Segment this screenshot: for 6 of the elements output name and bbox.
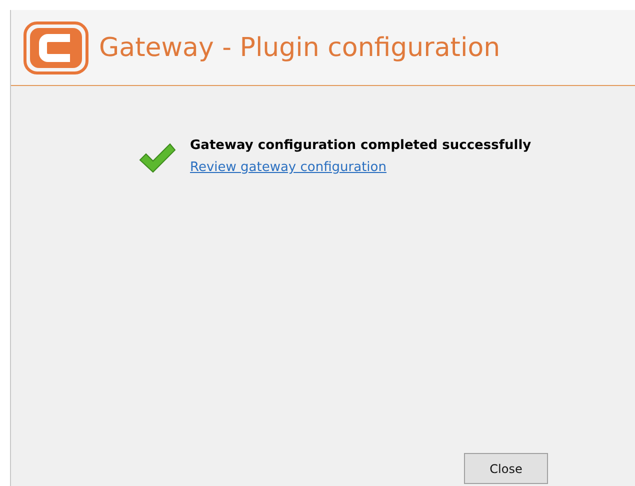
close-button[interactable]: Close [464, 453, 548, 484]
success-message: Gateway configuration completed successfully [190, 138, 532, 153]
window-title: Gateway - Plugin configuration [99, 32, 500, 62]
logo-icon [23, 20, 89, 74]
review-link[interactable]: Review gateway configuration [190, 160, 532, 175]
checkmark-icon [138, 142, 176, 174]
